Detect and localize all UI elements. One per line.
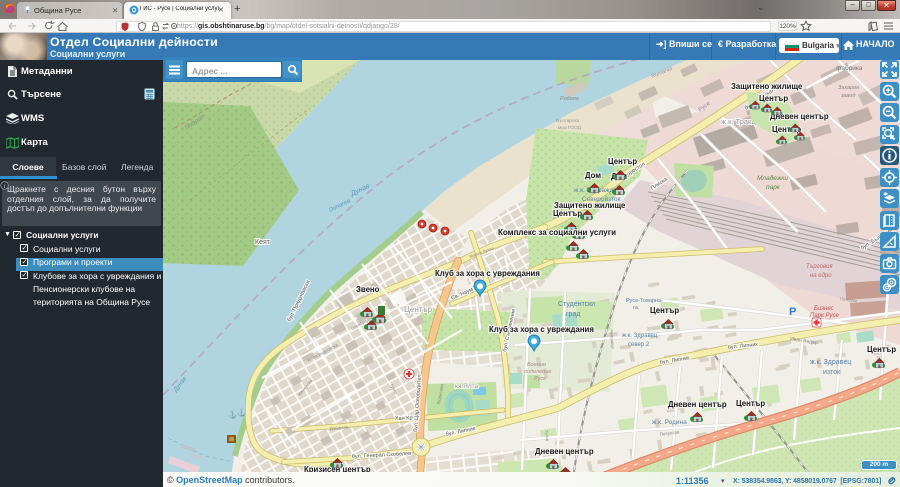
svg-text:Дневен център: Дневен център (668, 400, 727, 409)
svg-text:Звено: Звено (356, 285, 380, 294)
svg-text:⚓: ⚓ (237, 408, 246, 417)
svg-text:кя Ялта: кя Ялта (455, 383, 479, 390)
svg-text:Клуб за хора с увреждания: Клуб за хора с увреждания (489, 325, 594, 334)
svg-text:град: град (566, 311, 580, 318)
svg-text:моа ГООД: моа ГООД (558, 125, 582, 131)
svg-text:P: P (789, 306, 796, 318)
svg-text:Дом: Дом (585, 171, 601, 180)
svg-text:Родопа: Родопа (560, 96, 579, 102)
svg-text:i: i (4, 183, 6, 190)
svg-text:Младежки: Младежки (757, 174, 788, 182)
svg-text:Търговия: Търговия (806, 264, 833, 270)
svg-text:Бизнес: Бизнес (814, 306, 834, 312)
svg-text:на едро: на едро (810, 273, 832, 279)
svg-text:Център: Център (759, 94, 788, 103)
svg-text:Център: Център (867, 345, 896, 354)
svg-text:Център: Център (553, 209, 582, 218)
svg-text:Русе-Товарна-: Русе-Товарна- (626, 298, 663, 304)
svg-text:Защитено жилище: Защитено жилище (731, 82, 803, 91)
svg-text:га.: га. (633, 305, 640, 311)
svg-text:Център: Център (736, 399, 765, 408)
svg-text:Дневен център: Дневен център (535, 447, 594, 456)
svg-text:Център: Център (608, 157, 637, 166)
svg-text:ж.к. Здравец: ж.к. Здравец (810, 359, 851, 366)
svg-text:⚓: ⚓ (228, 410, 237, 419)
svg-text:Захарен: Захарен (838, 85, 859, 91)
svg-text:ж.к. Родина: ж.к. Родина (652, 419, 687, 426)
svg-text:фабрика: фабрика (836, 64, 863, 72)
svg-text:Кеят: Кеят (255, 239, 271, 246)
svg-text:завод: завод (840, 93, 855, 99)
svg-text:Комплекс за социални услуги: Комплекс за социални услуги (498, 228, 616, 237)
svg-text:Военно: Военно (527, 362, 546, 368)
svg-text:Русе: Русе (534, 376, 546, 382)
svg-text:Тулча: Тулча (544, 430, 550, 442)
svg-text:Българска: Българска (556, 118, 580, 124)
svg-text:Центъp: Центъp (404, 305, 432, 314)
svg-text:поделение: поделение (524, 369, 551, 375)
svg-text:Парк Русе: Парк Русе (810, 313, 840, 319)
svg-text:ж.к. Здравец: ж.к. Здравец (622, 333, 658, 339)
svg-text:север 2: север 2 (628, 342, 650, 348)
svg-text:изток: изток (823, 369, 841, 376)
svg-text:Центъp: Центъp (650, 306, 679, 315)
svg-text:парк: парк (766, 184, 781, 191)
svg-text:Студентски: Студентски (558, 301, 595, 308)
svg-text:Клуб за хора с увреждания: Клуб за хора с увреждания (435, 269, 540, 278)
